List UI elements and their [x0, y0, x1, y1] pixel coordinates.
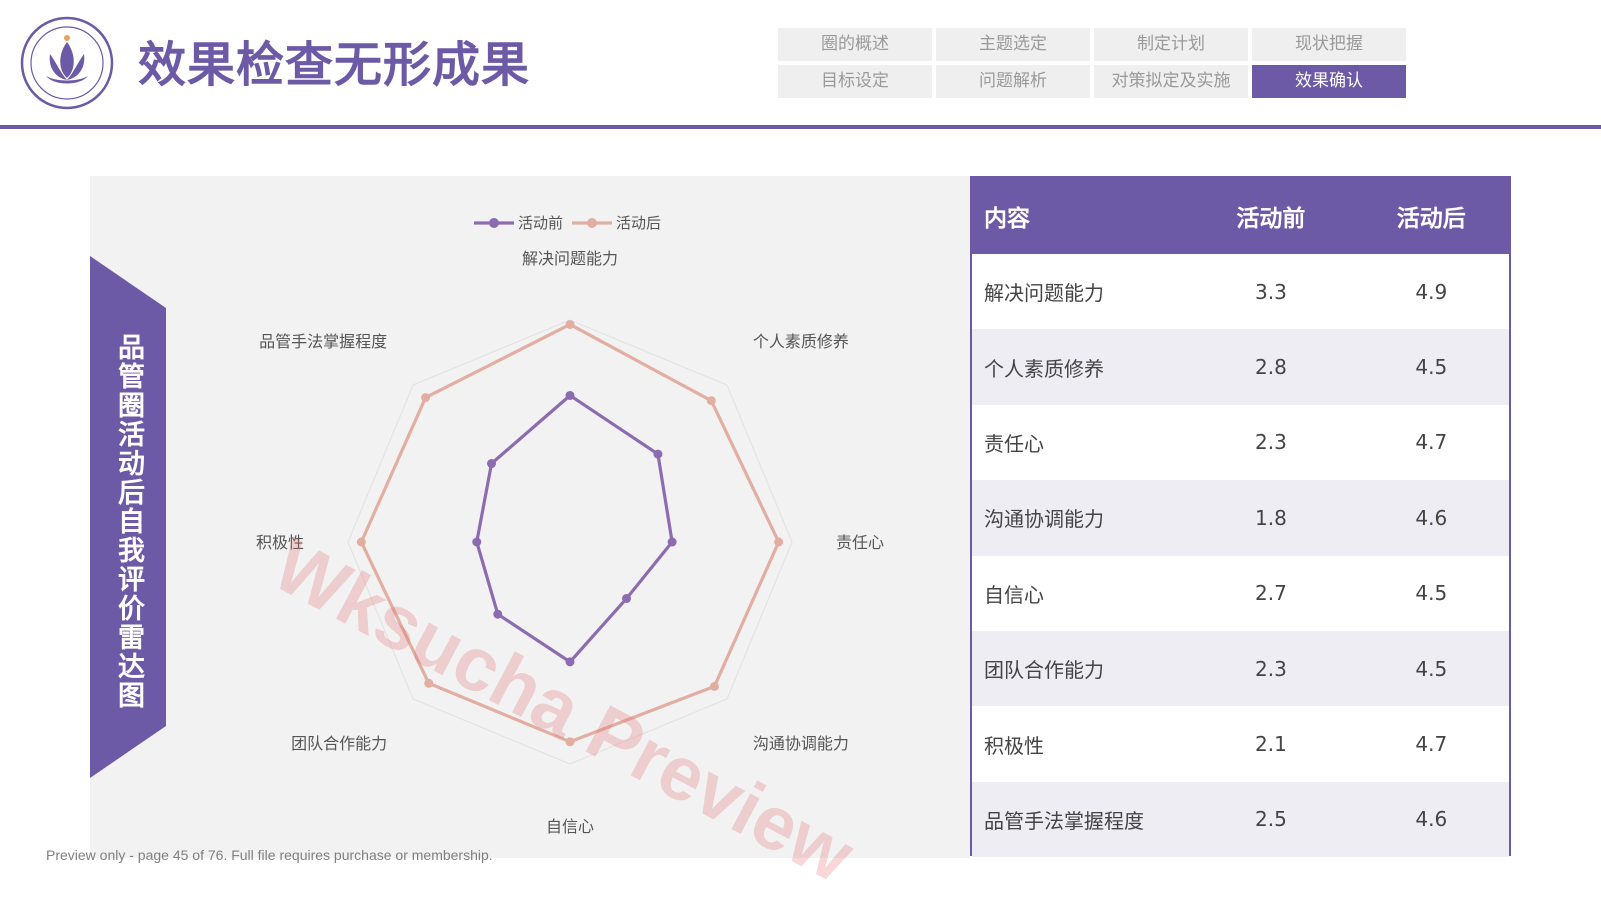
cell-item: 品管手法掌握程度 [984, 808, 1144, 833]
section-nav: 圈的概述 主题选定 制定计划 现状把握 目标设定 问题解析 对策拟定及实施 效果… [778, 28, 1408, 98]
cell-after: 4.5 [1415, 581, 1448, 606]
cell-after: 4.5 [1415, 355, 1448, 380]
cell-after: 4.6 [1415, 807, 1448, 832]
table-row: 个人素质修养 2.8 4.5 [972, 329, 1509, 405]
radar-point [565, 390, 575, 400]
cell-after: 4.9 [1415, 279, 1448, 304]
cell-after: 4.6 [1415, 505, 1448, 530]
legend-label: 活动后 [616, 214, 661, 232]
cell-before: 2.5 [1255, 807, 1287, 832]
legend-item: 活动后 [572, 214, 661, 232]
cell-before: 1.8 [1255, 505, 1287, 530]
radar-grid-outline [347, 319, 793, 765]
side-label-tab: 品管圈活动后自我评价雷达图 [90, 256, 166, 778]
cell-item: 责任心 [984, 431, 1044, 456]
radar-point [565, 319, 575, 329]
cell-before: 3.3 [1255, 279, 1287, 304]
radar-series-line [359, 322, 781, 744]
cell-after: 4.7 [1415, 732, 1448, 757]
radar-point [356, 537, 366, 547]
cell-before: 2.3 [1255, 430, 1287, 455]
table-row: 沟通协调能力 1.8 4.6 [972, 480, 1509, 556]
header-after: 活动后 [1396, 206, 1466, 232]
nav-tab-overview[interactable]: 圈的概述 [778, 28, 932, 61]
table-row: 自信心 2.7 4.5 [972, 556, 1509, 631]
radar-category-label: 沟通协调能力 [753, 734, 849, 753]
radar-category-label: 团队合作能力 [291, 734, 387, 753]
radar-series-0 [472, 390, 677, 667]
radar-category-labels: 解决问题能力个人素质修养责任心沟通协调能力自信心 团队合作能力 积极性 品管手法掌握程… [256, 249, 884, 836]
table-body: 解决问题能力 3.3 4.9 个人素质修养 2.8 4.5 责任心 2.3 4.… [972, 254, 1509, 858]
radar-point [421, 393, 431, 403]
cell-item: 沟通协调能力 [984, 507, 1104, 532]
cell-after: 4.7 [1415, 430, 1448, 455]
radar-series-line [475, 393, 674, 664]
cell-after: 4.5 [1415, 656, 1448, 681]
nav-tab-problem-analysis[interactable]: 问题解析 [936, 65, 1090, 98]
chart-legend: 活动前 活动后 [474, 214, 661, 232]
header-divider [0, 125, 1601, 129]
radar-point [424, 678, 434, 688]
table-row: 团队合作能力 2.3 4.5 [972, 630, 1509, 707]
cell-item: 自信心 [984, 582, 1044, 607]
cell-item: 个人素质修养 [984, 356, 1104, 381]
comparison-table: 内容 活动前 活动后 解决问题能力 3.3 4.9 个人素质修养 2.8 4.5… [970, 176, 1511, 858]
legend-label: 活动前 [518, 214, 563, 232]
radar-point [667, 537, 677, 547]
radar-category-label: 积极性 [256, 533, 304, 552]
radar-point [653, 449, 663, 459]
radar-point [622, 594, 632, 604]
radar-point [472, 537, 482, 547]
radar-grid [347, 319, 793, 765]
radar-category-label: 自信心 [546, 817, 594, 836]
table-row: 责任心 2.3 4.7 [972, 405, 1509, 480]
radar-category-label: 责任心 [836, 533, 884, 552]
nav-tab-theme-selection[interactable]: 主题选定 [936, 28, 1090, 61]
table-row: 积极性 2.1 4.7 [972, 706, 1509, 781]
preview-footer-note: Preview only - page 45 of 76. Full file … [46, 847, 493, 863]
cell-item: 团队合作能力 [984, 658, 1104, 683]
cell-before: 2.1 [1255, 732, 1287, 757]
radar-series-1 [356, 319, 784, 747]
page-title: 效果检查无形成果 [138, 37, 531, 93]
cell-item: 积极性 [984, 733, 1044, 758]
table-header: 内容 活动前 活动后 [972, 178, 1509, 254]
nav-tab-effect-confirmation[interactable]: 效果确认 [1252, 65, 1406, 98]
nav-tab-goal-setting[interactable]: 目标设定 [778, 65, 932, 98]
radar-point [487, 459, 497, 469]
legend-swatch-marker [489, 218, 499, 228]
radar-point [493, 609, 503, 619]
header-content: 内容 [984, 206, 1030, 232]
legend-swatch-marker [587, 218, 597, 228]
table-row: 解决问题能力 3.3 4.9 [972, 254, 1509, 329]
radar-point [565, 737, 575, 747]
nav-tab-planning[interactable]: 制定计划 [1094, 28, 1248, 61]
radar-series-layer [356, 319, 784, 747]
radar-chart: 解决问题能力个人素质修养责任心沟通协调能力自信心 团队合作能力 积极性 品管手法掌握程… [256, 214, 884, 836]
radar-point [774, 537, 784, 547]
radar-point [565, 657, 575, 667]
radar-point [709, 681, 719, 691]
lotus-logo-icon [20, 16, 114, 110]
radar-category-label: 品管手法掌握程度 [259, 332, 387, 351]
nav-tab-countermeasures[interactable]: 对策拟定及实施 [1094, 65, 1248, 98]
cell-before: 2.7 [1255, 581, 1287, 606]
side-label-text: 品管圈活动后自我评价雷达图 [113, 332, 144, 710]
cell-item: 解决问题能力 [984, 281, 1104, 306]
logo-seal [20, 16, 114, 110]
radar-point [706, 396, 716, 406]
legend-item: 活动前 [474, 214, 563, 232]
cell-before: 2.3 [1255, 656, 1287, 681]
header-before: 活动前 [1236, 206, 1306, 232]
radar-category-label: 解决问题能力 [522, 249, 618, 268]
table-row: 品管手法掌握程度 2.5 4.6 [972, 781, 1509, 858]
cell-before: 2.8 [1255, 355, 1287, 380]
radar-category-label: 个人素质修养 [753, 332, 849, 351]
nav-tab-status-analysis[interactable]: 现状把握 [1252, 28, 1406, 61]
